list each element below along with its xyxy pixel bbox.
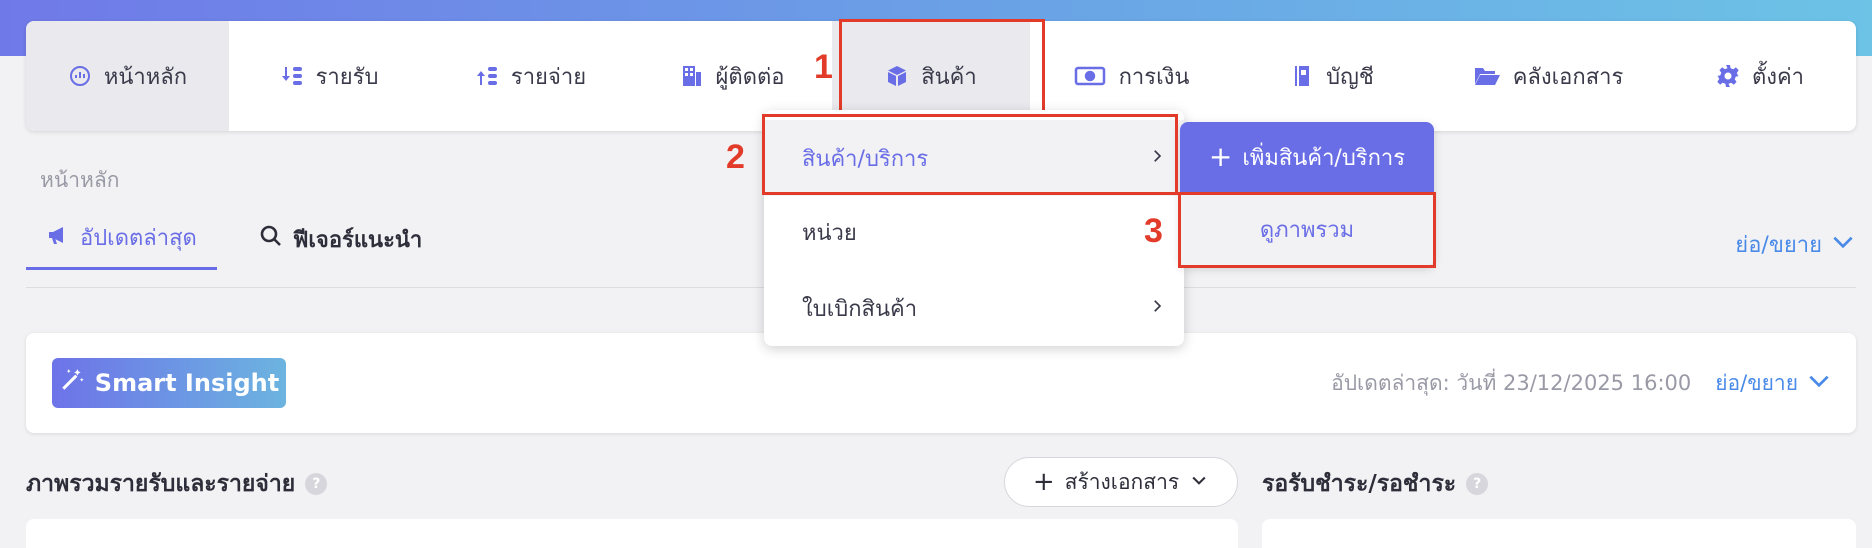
search-icon (259, 224, 283, 254)
nav-label-accounting: บัญชี (1326, 64, 1374, 90)
gear-icon (1716, 64, 1740, 88)
money-icon (1073, 64, 1107, 88)
step-number-2: 2 (726, 138, 745, 176)
add-product-service-label: เพิ่มสินค้า/บริการ (1242, 145, 1406, 171)
tab-recommended-features[interactable]: ฟีเจอร์แนะนำ (239, 220, 442, 270)
dropdown-item-requisition[interactable]: ใบเบิกสินค้า (764, 270, 1184, 346)
insight-meta: อัปเดตล่าสุด: วันที่ 23/12/2025 16:00 ย่… (1331, 367, 1832, 400)
collapse-toggle-updates[interactable]: ย่อ/ขยาย (1735, 227, 1856, 262)
pending-title-text: รอรับชำระ/รอชำระ (1262, 471, 1457, 497)
step-number-1: 1 (814, 48, 833, 86)
dropdown-label-products-services: สินค้า/บริการ (802, 146, 929, 172)
insight-toggle-label: ย่อ/ขยาย (1715, 371, 1798, 395)
income-arrows-icon (280, 64, 304, 88)
dropdown-item-products-services[interactable]: สินค้า/บริการ (764, 120, 1184, 196)
tab-latest-updates[interactable]: อัปเดตล่าสุด (26, 220, 217, 270)
nav-label-home: หน้าหลัก (103, 64, 188, 90)
folder-open-icon (1473, 64, 1501, 88)
overview-title: ภาพรวมรายรับและรายจ่าย ? (26, 466, 328, 502)
view-overview-link[interactable]: ดูภาพรวม (1180, 192, 1434, 266)
content-tabs: อัปเดตล่าสุด ฟีเจอร์แนะนำ (26, 220, 442, 270)
nav-label-contacts: ผู้ติดต่อ (715, 64, 785, 90)
building-icon (680, 64, 704, 88)
view-overview-label: ดูภาพรวม (1259, 217, 1355, 243)
tab-label-latest: อัปเดตล่าสุด (80, 226, 197, 251)
overview-title-text: ภาพรวมรายรับและรายจ่าย (26, 471, 296, 497)
tab-label-recommended: ฟีเจอร์แนะนำ (292, 227, 423, 253)
chevron-down-icon (1830, 229, 1856, 261)
collapse-label: ย่อ/ขยาย (1735, 233, 1822, 258)
expense-arrows-icon (475, 64, 499, 88)
nav-label-documents: คลังเอกสาร (1512, 64, 1624, 90)
add-product-service-button[interactable]: + เพิ่มสินค้า/บริการ (1180, 122, 1434, 192)
chevron-down-icon (1189, 470, 1209, 495)
nav-label-expense: รายจ่าย (510, 64, 587, 90)
ledger-book-icon (1290, 64, 1314, 88)
dropdown-label-units: หน่วย (802, 220, 857, 246)
products-services-submenu: + เพิ่มสินค้า/บริการ ดูภาพรวม (1180, 122, 1434, 266)
nav-label-products: สินค้า (921, 64, 977, 90)
nav-item-documents[interactable]: คลังเอกสาร (1432, 21, 1664, 131)
plus-icon: + (1208, 140, 1233, 173)
dropdown-item-units[interactable]: หน่วย (764, 194, 1184, 270)
nav-label-income: รายรับ (315, 64, 379, 90)
products-dropdown-menu: สินค้า/บริการ หน่วย ใบเบิกสินค้า (764, 110, 1184, 346)
box-icon (885, 64, 909, 88)
insight-collapse-toggle[interactable]: ย่อ/ขยาย (1715, 367, 1832, 400)
nav-item-home[interactable]: หน้าหลัก (26, 21, 229, 131)
help-icon[interactable]: ? (305, 473, 328, 495)
overview-chart-card (26, 519, 1238, 548)
smart-insight-card: Smart Insight อัปเดตล่าสุด: วันที่ 23/12… (26, 333, 1856, 433)
insight-updated-text: อัปเดตล่าสุด: วันที่ 23/12/2025 16:00 (1331, 371, 1692, 395)
nav-item-settings[interactable]: ตั้งค่า (1664, 21, 1856, 131)
magic-wand-icon (59, 367, 85, 399)
create-document-label: สร้างเอกสาร (1064, 469, 1180, 494)
help-icon[interactable]: ? (1466, 473, 1489, 495)
smart-insight-label: Smart Insight (94, 369, 280, 397)
chevron-right-icon (1148, 146, 1166, 171)
breadcrumb: หน้าหลัก (40, 168, 120, 192)
plus-icon: + (1032, 467, 1055, 497)
chevron-right-icon (1148, 296, 1166, 321)
dashboard-gauge-icon (68, 64, 92, 88)
pending-payment-title: รอรับชำระ/รอชำระ ? (1262, 466, 1489, 502)
nav-item-accounting[interactable]: บัญชี (1232, 21, 1432, 131)
nav-label-settings: ตั้งค่า (1751, 64, 1805, 90)
nav-item-income[interactable]: รายรับ (229, 21, 429, 131)
step-number-3: 3 (1144, 212, 1163, 250)
nav-label-finance: การเงิน (1118, 64, 1190, 90)
smart-insight-button[interactable]: Smart Insight (52, 358, 286, 408)
create-document-button[interactable]: + สร้างเอกสาร (1004, 457, 1238, 507)
dropdown-label-requisition: ใบเบิกสินค้า (802, 296, 918, 322)
nav-item-expense[interactable]: รายจ่าย (429, 21, 632, 131)
megaphone-icon (46, 223, 70, 253)
pending-card (1262, 519, 1856, 548)
chevron-down-icon (1806, 368, 1832, 399)
